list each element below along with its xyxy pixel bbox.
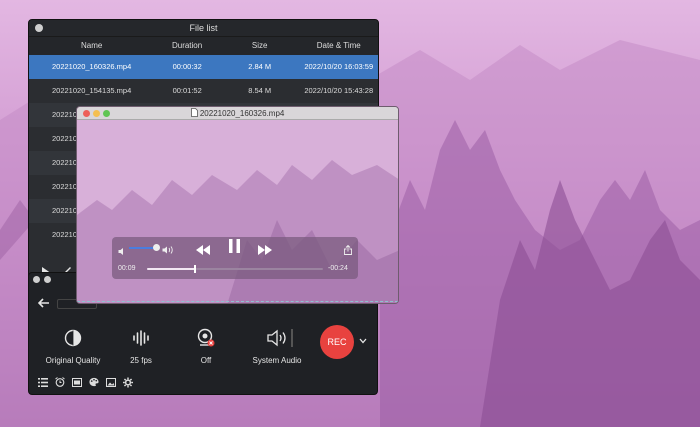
back-arrow-icon[interactable] xyxy=(37,297,50,311)
playback-controls: 00:09 -00:24 xyxy=(112,237,358,279)
video-player-window: 20221020_160326.mp4 00:09 -00:24 xyxy=(76,106,399,304)
progress-knob[interactable] xyxy=(193,265,196,273)
record-button[interactable]: REC xyxy=(320,325,354,359)
volume-high-icon xyxy=(162,242,174,260)
quality-option[interactable]: Original Quality xyxy=(43,325,103,365)
column-name[interactable]: Name xyxy=(29,37,154,55)
minimize-dot-icon[interactable] xyxy=(44,276,51,283)
recorder-window-controls xyxy=(33,276,51,283)
recorder-bottom-toolbar xyxy=(38,377,133,387)
progress-fill xyxy=(147,268,195,270)
fps-option[interactable]: 25 fps xyxy=(121,325,161,365)
quality-label: Original Quality xyxy=(45,356,101,365)
audio-level-divider xyxy=(291,329,293,347)
close-dot-icon[interactable] xyxy=(83,110,90,117)
webcam-label: Off xyxy=(200,356,212,365)
file-list-titlebar: File list xyxy=(29,20,378,37)
audio-option[interactable]: System Audio xyxy=(247,325,307,365)
player-title: 20221020_160326.mp4 xyxy=(199,109,285,118)
speaker-icon xyxy=(247,325,307,351)
fps-label: 25 fps xyxy=(130,356,152,365)
player-titlebar: 20221020_160326.mp4 xyxy=(77,107,398,120)
file-list-header: Name Duration Size Date & Time xyxy=(29,37,378,55)
volume-knob[interactable] xyxy=(153,244,160,251)
pause-icon[interactable] xyxy=(229,239,240,258)
volume-slider[interactable] xyxy=(129,247,156,249)
gear-icon[interactable] xyxy=(123,377,133,387)
progress-bar[interactable] xyxy=(147,265,323,273)
column-date[interactable]: Date & Time xyxy=(299,37,378,55)
share-icon[interactable] xyxy=(344,242,352,260)
webcam-option[interactable]: Off xyxy=(189,325,223,365)
chevron-down-icon[interactable] xyxy=(359,337,367,346)
close-dot-icon[interactable] xyxy=(33,276,40,283)
column-duration[interactable]: Duration xyxy=(154,37,220,55)
zoom-dot-icon[interactable] xyxy=(103,110,110,117)
list-icon[interactable] xyxy=(38,377,48,387)
fast-forward-icon[interactable] xyxy=(258,242,272,260)
file-list-title: File list xyxy=(189,23,218,33)
alarm-icon[interactable] xyxy=(55,377,65,387)
rewind-icon[interactable] xyxy=(196,242,210,260)
volume-low-icon xyxy=(118,243,127,261)
image-icon[interactable] xyxy=(106,377,116,387)
minimize-dot-icon[interactable] xyxy=(93,110,100,117)
quality-icon xyxy=(43,325,103,351)
close-dot-icon[interactable] xyxy=(35,24,43,32)
elapsed-time: 00:09 xyxy=(118,265,136,272)
palette-icon[interactable] xyxy=(89,377,99,387)
table-row[interactable]: 20221020_160326.mp4 00:00:32 2.84 M 2022… xyxy=(29,55,378,79)
webcam-icon xyxy=(189,325,223,351)
audio-label: System Audio xyxy=(252,356,302,365)
remaining-time: -00:24 xyxy=(328,265,348,272)
player-bottom-border xyxy=(77,301,398,303)
waveform-icon xyxy=(121,325,161,351)
table-row[interactable]: 20221020_154135.mp4 00:01:52 8.54 M 2022… xyxy=(29,79,378,103)
column-size[interactable]: Size xyxy=(220,37,300,55)
film-icon[interactable] xyxy=(72,377,82,387)
